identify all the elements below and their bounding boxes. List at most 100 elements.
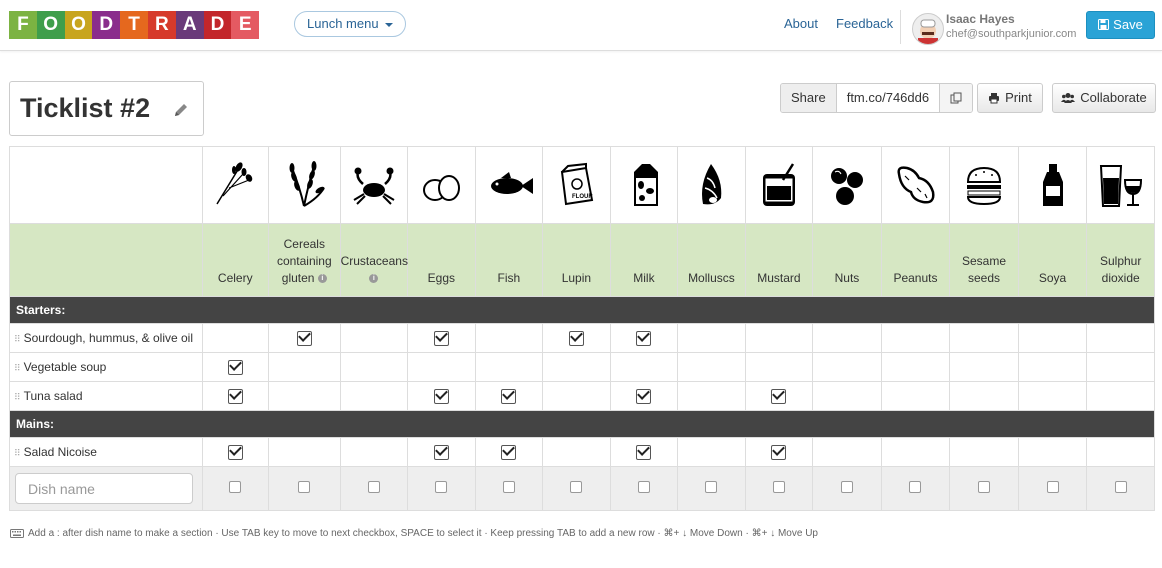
checked-checkbox-icon[interactable] bbox=[771, 388, 787, 404]
section-title[interactable]: Starters: bbox=[9, 296, 1155, 324]
checkbox[interactable] bbox=[637, 481, 650, 493]
menu-dropdown[interactable]: Lunch menu bbox=[294, 11, 406, 37]
allergen-check-cell[interactable] bbox=[949, 323, 1019, 353]
checked-checkbox-icon[interactable] bbox=[636, 388, 652, 404]
drag-handle-icon[interactable]: ⠿ bbox=[14, 363, 21, 373]
allergen-check-cell[interactable] bbox=[880, 323, 951, 353]
info-icon[interactable]: i bbox=[369, 274, 379, 284]
checked-checkbox-icon[interactable] bbox=[227, 444, 243, 460]
allergen-check-cell[interactable] bbox=[1017, 381, 1088, 411]
info-icon[interactable]: i bbox=[317, 274, 327, 284]
allergen-check-cell[interactable] bbox=[812, 323, 882, 353]
allergen-check-cell[interactable] bbox=[201, 437, 270, 467]
allergen-check-cell[interactable] bbox=[201, 381, 270, 411]
allergen-check-cell[interactable] bbox=[474, 323, 544, 353]
allergen-check-cell[interactable] bbox=[812, 352, 882, 382]
allergen-check-cell[interactable] bbox=[744, 323, 814, 353]
about-link[interactable]: About bbox=[784, 16, 818, 31]
allergen-check-cell[interactable] bbox=[1086, 437, 1155, 467]
allergen-check-cell[interactable] bbox=[542, 437, 611, 467]
checkbox[interactable] bbox=[502, 481, 515, 493]
allergen-check-cell[interactable] bbox=[744, 381, 814, 411]
allergen-check-cell[interactable] bbox=[1017, 323, 1088, 353]
checked-checkbox-icon[interactable] bbox=[501, 444, 517, 460]
allergen-check-cell[interactable] bbox=[812, 381, 882, 411]
allergen-check-cell[interactable] bbox=[744, 352, 814, 382]
checked-checkbox-icon[interactable] bbox=[433, 330, 449, 346]
allergen-check-cell[interactable] bbox=[949, 352, 1019, 382]
checked-checkbox-icon[interactable] bbox=[433, 388, 449, 404]
allergen-check-cell[interactable] bbox=[1017, 437, 1088, 467]
allergen-check-cell[interactable] bbox=[880, 381, 951, 411]
checked-checkbox-icon[interactable] bbox=[433, 444, 449, 460]
checked-checkbox-icon[interactable] bbox=[227, 359, 243, 375]
allergen-check-cell[interactable] bbox=[201, 352, 270, 382]
allergen-check-cell[interactable] bbox=[609, 323, 679, 353]
allergen-check-cell[interactable] bbox=[609, 437, 679, 467]
allergen-check-cell[interactable] bbox=[744, 437, 814, 467]
checkbox[interactable] bbox=[772, 481, 785, 493]
foodtrade-logo[interactable]: FOODTRADE bbox=[9, 11, 260, 39]
drag-handle-icon[interactable]: ⠿ bbox=[14, 448, 21, 458]
save-button[interactable]: Save bbox=[1086, 11, 1155, 39]
allergen-check-cell[interactable] bbox=[542, 352, 611, 382]
drag-handle-icon[interactable]: ⠿ bbox=[14, 334, 21, 344]
checkbox[interactable] bbox=[570, 481, 583, 493]
allergen-check-cell[interactable] bbox=[609, 352, 679, 382]
allergen-check-cell[interactable] bbox=[474, 437, 544, 467]
allergen-check-cell[interactable] bbox=[812, 437, 882, 467]
feedback-link[interactable]: Feedback bbox=[836, 16, 893, 31]
allergen-check-cell[interactable] bbox=[880, 437, 951, 467]
checkbox[interactable] bbox=[1114, 481, 1127, 493]
section-title[interactable]: Mains: bbox=[9, 410, 1155, 438]
checkbox[interactable] bbox=[1046, 481, 1059, 493]
checked-checkbox-icon[interactable] bbox=[296, 330, 312, 346]
checkbox[interactable] bbox=[840, 481, 853, 493]
allergen-check-cell[interactable] bbox=[474, 352, 544, 382]
checkbox[interactable] bbox=[229, 481, 242, 493]
pencil-icon[interactable] bbox=[172, 102, 189, 119]
checkbox[interactable] bbox=[978, 481, 991, 493]
checked-checkbox-icon[interactable] bbox=[636, 444, 652, 460]
allergen-check-cell[interactable] bbox=[339, 352, 409, 382]
drag-handle-icon[interactable]: ⠿ bbox=[14, 392, 21, 402]
allergen-check-cell[interactable] bbox=[407, 352, 476, 382]
allergen-check-cell[interactable] bbox=[474, 381, 544, 411]
allergen-check-cell[interactable] bbox=[677, 437, 746, 467]
allergen-check-cell[interactable] bbox=[677, 352, 746, 382]
checkbox[interactable] bbox=[435, 481, 448, 493]
checked-checkbox-icon[interactable] bbox=[227, 388, 243, 404]
dish-name-cell[interactable]: ⠿ Salad Nicoise bbox=[9, 437, 203, 467]
dish-name-cell[interactable]: ⠿ Vegetable soup bbox=[9, 352, 203, 382]
allergen-check-cell[interactable] bbox=[542, 323, 611, 353]
checked-checkbox-icon[interactable] bbox=[771, 444, 787, 460]
allergen-check-cell[interactable] bbox=[339, 323, 409, 353]
checkbox[interactable] bbox=[298, 481, 311, 493]
checkbox[interactable] bbox=[367, 481, 380, 493]
checkbox[interactable] bbox=[705, 481, 718, 493]
allergen-check-cell[interactable] bbox=[1086, 381, 1155, 411]
print-button[interactable]: Print bbox=[977, 83, 1043, 113]
allergen-check-cell[interactable] bbox=[1086, 352, 1155, 382]
allergen-check-cell[interactable] bbox=[201, 323, 270, 353]
allergen-check-cell[interactable] bbox=[407, 437, 476, 467]
allergen-check-cell[interactable] bbox=[339, 437, 409, 467]
avatar[interactable] bbox=[912, 13, 944, 45]
collaborate-button[interactable]: Collaborate bbox=[1052, 83, 1156, 113]
allergen-check-cell[interactable] bbox=[268, 323, 341, 353]
dish-name-input[interactable]: Dish name bbox=[15, 473, 193, 504]
checkbox[interactable] bbox=[909, 481, 922, 493]
allergen-check-cell[interactable] bbox=[339, 381, 409, 411]
allergen-check-cell[interactable] bbox=[407, 323, 476, 353]
dish-name-cell[interactable]: ⠿ Tuna salad bbox=[9, 381, 203, 411]
dish-name-cell[interactable]: ⠿ Sourdough, hummus, & olive oil bbox=[9, 323, 203, 353]
allergen-check-cell[interactable] bbox=[1017, 352, 1088, 382]
allergen-check-cell[interactable] bbox=[677, 381, 746, 411]
allergen-check-cell[interactable] bbox=[677, 323, 746, 353]
allergen-check-cell[interactable] bbox=[609, 381, 679, 411]
allergen-check-cell[interactable] bbox=[880, 352, 951, 382]
allergen-check-cell[interactable] bbox=[1086, 323, 1155, 353]
allergen-check-cell[interactable] bbox=[268, 437, 341, 467]
allergen-check-cell[interactable] bbox=[407, 381, 476, 411]
checked-checkbox-icon[interactable] bbox=[568, 330, 584, 346]
